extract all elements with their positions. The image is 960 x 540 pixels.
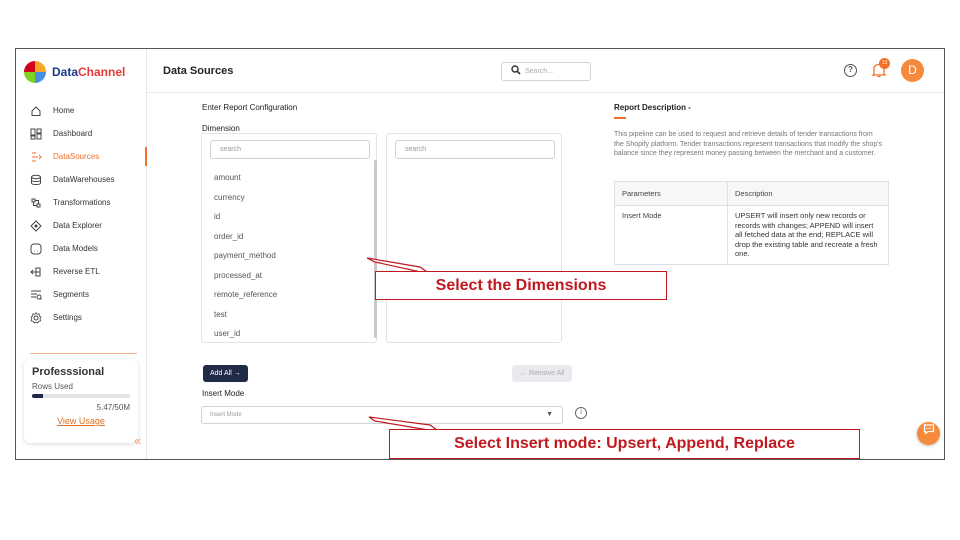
usage-value: 5.47/50M — [96, 403, 130, 412]
dimension-list-item[interactable]: amount — [214, 168, 277, 188]
explorer-icon — [30, 219, 42, 232]
search-input[interactable]: Search... — [501, 62, 591, 81]
avatar[interactable]: D — [901, 59, 924, 82]
dimension-list: amount currency id order_id payment_method pr… — [214, 168, 277, 344]
transform-icon — [30, 197, 42, 209]
dimensions-annotation: Select the Dimensions — [375, 271, 667, 300]
home-icon — [30, 105, 42, 117]
sidebar-nav: Home Dashboard DataSources DataWarehouse… — [16, 99, 147, 329]
sidebar-item-reverse-etl[interactable]: Reverse ETL — [16, 260, 147, 283]
dimension-list-item[interactable]: test — [214, 305, 277, 325]
sidebar-item-label: Reverse ETL — [53, 267, 100, 276]
insert-mode-label: Insert Mode — [202, 389, 245, 398]
sidebar-item-label: Settings — [53, 313, 82, 322]
search-icon — [511, 65, 521, 78]
sidebar-item-data-models[interactable]: Data Models — [16, 237, 147, 260]
plan-title: Professsional — [32, 366, 105, 378]
sidebar-item-label: DataSources — [53, 152, 100, 161]
sidebar-item-settings[interactable]: Settings — [16, 306, 147, 329]
sidebar-item-label: Home — [53, 106, 75, 115]
dimension-list-item[interactable]: processed_at — [214, 266, 277, 286]
brand-name-part-b: Channel — [78, 65, 126, 79]
sidebar-item-dashboard[interactable]: Dashboard — [16, 122, 147, 145]
reverse-etl-icon — [30, 266, 42, 278]
description-text: This pipeline can be used to request and… — [614, 131, 883, 157]
dashboard-icon — [30, 128, 42, 140]
insert-mode-annotation: Select Insert mode: Upsert, Append, Repl… — [389, 429, 860, 459]
sidebar-item-label: Data Explorer — [53, 221, 102, 230]
chat-icon[interactable] — [917, 422, 940, 445]
rows-used-label: Rows Used — [32, 382, 73, 391]
segments-icon — [30, 289, 42, 301]
dimension-label: Dimension — [202, 124, 240, 133]
page-title: Data Sources — [163, 65, 234, 77]
table-row: Insert Mode UPSERT will insert only new … — [614, 205, 889, 265]
sidebar-item-datasources[interactable]: DataSources — [16, 145, 147, 168]
notification-count-badge: 13 — [879, 58, 890, 69]
table-cell-parameter: Insert Mode — [614, 205, 728, 265]
sidebar-item-label: Dashboard — [53, 129, 93, 138]
dimension-list-item[interactable]: order_id — [214, 227, 277, 247]
table-cell-description: UPSERT will insert only new records or r… — [727, 205, 889, 265]
sidebar-divider — [30, 353, 137, 354]
sidebar-item-segments[interactable]: Segments — [16, 283, 147, 306]
top-header: Data Sources Search... ? 13 D — [147, 49, 944, 93]
chevron-down-icon: ▼ — [546, 411, 553, 418]
sidebar-item-datawarehouses[interactable]: DataWarehouses — [16, 168, 147, 191]
sidebar-item-label: DataWarehouses — [53, 175, 115, 184]
collapse-sidebar-icon[interactable]: « — [134, 433, 141, 448]
brand[interactable]: DataChannel — [24, 61, 125, 83]
search-placeholder: Search... — [525, 68, 554, 75]
sidebar-item-transformations[interactable]: Transformations — [16, 191, 147, 214]
sidebar-item-home[interactable]: Home — [16, 99, 147, 122]
section-title: Enter Report Configuration — [202, 103, 298, 112]
description-underline — [614, 117, 626, 119]
models-icon — [30, 243, 42, 255]
info-icon[interactable]: i — [575, 407, 587, 419]
sidebar-item-label: Segments — [53, 290, 90, 299]
brand-name-part-a: Data — [52, 65, 79, 79]
dimension-list-item[interactable]: user_id — [214, 324, 277, 344]
dimension-search-input[interactable]: search — [210, 140, 370, 159]
add-all-button[interactable]: Add All → — [203, 365, 248, 382]
table-header-parameters: Parameters — [614, 181, 728, 206]
help-icon[interactable]: ? — [844, 64, 857, 77]
sidebar-item-data-explorer[interactable]: Data Explorer — [16, 214, 147, 237]
dimension-list-scrollbar[interactable] — [374, 160, 377, 338]
database-icon — [30, 174, 42, 186]
app-window: DataChannel Home Dashboard DataSources D… — [15, 48, 945, 460]
description-title: Report Description - — [614, 103, 691, 112]
dimension-list-item[interactable]: currency — [214, 188, 277, 208]
parameters-table: Parameters Description Insert Mode UPSER… — [614, 181, 889, 265]
brand-logo-icon — [24, 61, 46, 83]
usage-progress-bar — [32, 394, 130, 398]
usage-progress-fill — [32, 394, 43, 398]
dimension-list-item[interactable]: payment_method — [214, 246, 277, 266]
sidebar: DataChannel Home Dashboard DataSources D… — [16, 49, 147, 459]
brand-name: DataChannel — [52, 65, 125, 79]
sidebar-item-label: Transformations — [53, 198, 111, 207]
insert-mode-select[interactable]: Insert Mode ▼ — [201, 406, 563, 424]
view-usage-link[interactable]: View Usage — [32, 416, 130, 426]
plan-card: Professsional Rows Used 5.47/50M View Us… — [24, 359, 138, 443]
selected-search-input[interactable]: search — [395, 140, 555, 159]
gear-icon — [30, 311, 42, 324]
sidebar-item-label: Data Models — [53, 244, 98, 253]
insert-mode-placeholder: Insert Mode — [210, 412, 242, 418]
dimension-list-item[interactable]: remote_reference — [214, 285, 277, 305]
datasources-icon — [30, 151, 42, 163]
remove-all-button[interactable]: ← Remove All — [512, 365, 573, 382]
available-dimensions-panel: search amount currency id order_id payment_m… — [201, 133, 377, 343]
table-header-description: Description — [727, 181, 889, 206]
table-header-row: Parameters Description — [614, 181, 889, 206]
selected-dimensions-panel: search — [386, 133, 562, 343]
dimension-list-item[interactable]: id — [214, 207, 277, 227]
